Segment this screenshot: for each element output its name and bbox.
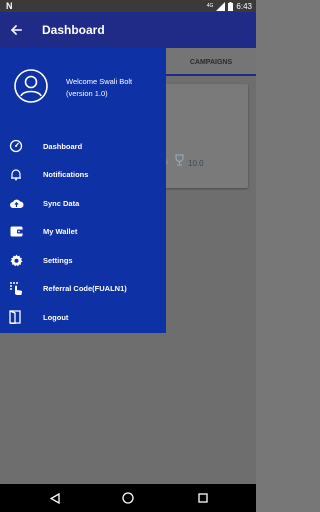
square-recents-icon (198, 493, 208, 503)
drawer-item-dashboard[interactable]: Dashboard (0, 132, 166, 161)
cloud-upload-icon (8, 195, 24, 211)
card-score: 10.0 (188, 159, 204, 168)
bell-icon (8, 167, 24, 183)
wallet-icon (8, 224, 24, 240)
app-version: (version 1.0) (66, 89, 108, 98)
triangle-back-icon (50, 492, 60, 504)
drawer-item-settings[interactable]: Settings (0, 246, 166, 275)
welcome-text: Welcome Swali Bolt (version 1.0) (66, 76, 132, 100)
nav-home-button[interactable] (121, 491, 135, 505)
page-title: Dashboard (42, 23, 105, 37)
status-bar: N 4G 6:43 (0, 0, 256, 12)
circle-home-icon (122, 492, 134, 504)
drawer-item-label: Notifications (43, 170, 89, 180)
drawer-item-logout[interactable]: Logout (0, 303, 166, 332)
nav-recents-button[interactable] (196, 491, 210, 505)
arrow-back-icon (10, 24, 22, 36)
notification-n-icon: N (6, 1, 13, 11)
trophy-icon (175, 154, 184, 166)
drawer-item-label: Referral Code(FUALN1) (43, 284, 127, 294)
status-time: 6:43 (236, 1, 252, 11)
drawer-item-sync-data[interactable]: Sync Data (0, 189, 166, 218)
touch-app-icon (8, 281, 24, 297)
drawer-item-label: Sync Data (43, 198, 80, 208)
network-4g-label: 4G (206, 3, 214, 9)
signal-icon (216, 1, 226, 11)
welcome-name: Welcome Swali Bolt (66, 77, 133, 86)
drawer-item-notifications[interactable]: Notifications (0, 161, 166, 190)
navigation-drawer: Welcome Swali Bolt (version 1.0) Dashboa… (0, 48, 166, 333)
battery-icon (228, 1, 234, 11)
drawer-item-label: Logout (43, 312, 69, 322)
speedometer-icon (8, 138, 24, 154)
nav-back-button[interactable] (48, 491, 62, 505)
tab-indicator (166, 74, 256, 76)
drawer-item-label: My Wallet (43, 227, 78, 237)
gear-icon (8, 252, 24, 268)
drawer-item-referral-code[interactable]: Referral Code(FUALN1) (0, 275, 166, 304)
logout-icon (8, 309, 24, 325)
drawer-menu: Dashboard Notifications Sync Data My Wal… (0, 132, 166, 332)
drawer-item-label: Settings (43, 255, 73, 265)
back-button[interactable] (0, 12, 32, 48)
system-nav-bar (0, 484, 256, 512)
avatar-icon (14, 69, 48, 103)
drawer-item-label: Dashboard (43, 141, 83, 151)
tab-campaigns[interactable]: CAMPAIGNS (166, 48, 256, 76)
app-bar: Dashboard (0, 12, 256, 48)
drawer-item-my-wallet[interactable]: My Wallet (0, 218, 166, 247)
campaign-card[interactable]: s 10.0 (160, 84, 248, 188)
